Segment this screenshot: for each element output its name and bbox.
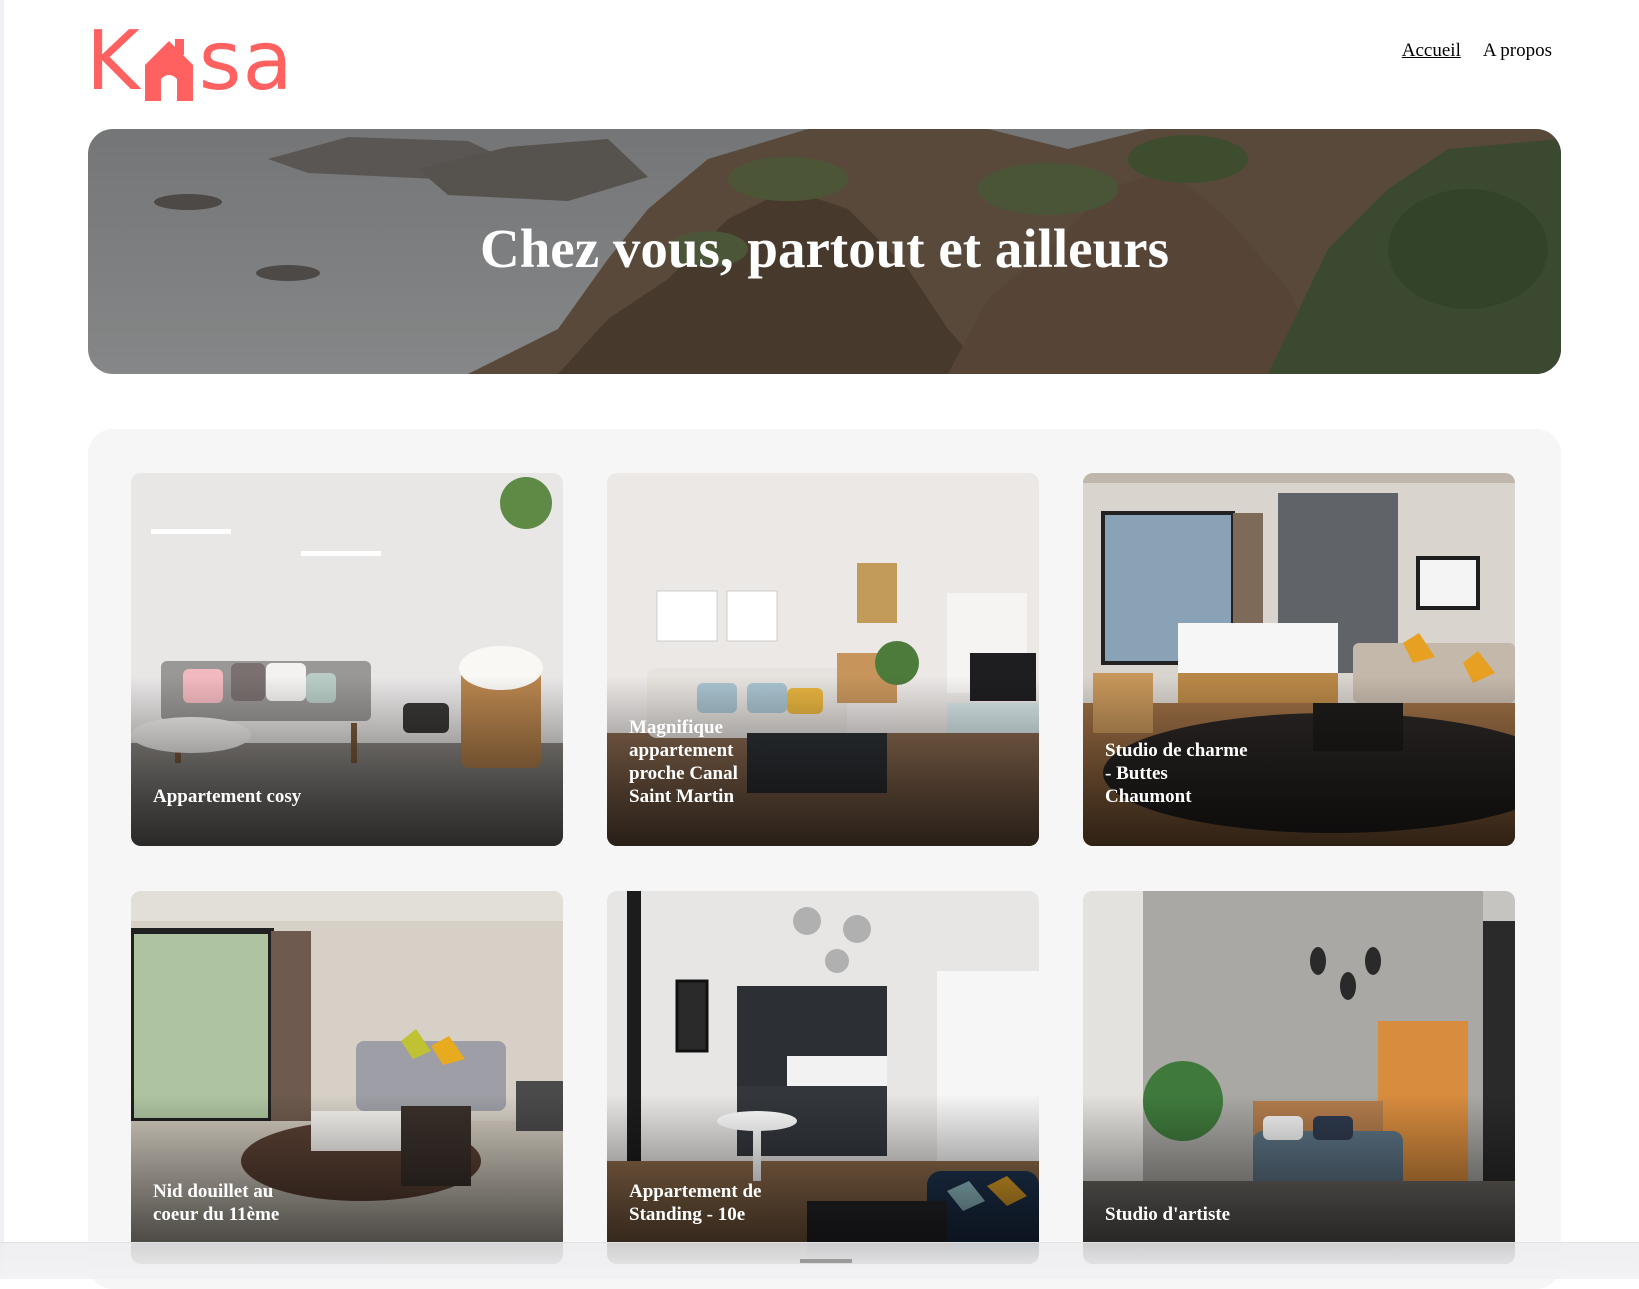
listing-title: Magnifique appartement proche Canal Sain… xyxy=(629,717,738,807)
listing-card[interactable]: Appartement de Standing - 10e xyxy=(607,891,1039,1264)
logo-letters-sa: sa xyxy=(198,14,294,109)
header: K sa Accueil A propos xyxy=(86,14,1552,109)
nav-link-accueil[interactable]: Accueil xyxy=(1402,40,1461,62)
banner-title: Chez vous, partout et ailleurs xyxy=(480,218,1169,279)
listing-card[interactable]: Nid douillet au coeur du 11ème xyxy=(131,891,563,1264)
listings-gallery: Appartement cosy Magnifique appartement … xyxy=(88,429,1561,1289)
listing-title: Studio de charme - Buttes Chaumont xyxy=(1105,740,1248,807)
card-shade xyxy=(1083,1094,1515,1264)
hero-banner: Chez vous, partout et ailleurs xyxy=(88,129,1561,374)
listing-title: Nid douillet au coeur du 11ème xyxy=(153,1181,280,1225)
listing-card[interactable]: Appartement cosy xyxy=(131,473,563,846)
listing-card[interactable]: Studio d'artiste xyxy=(1083,891,1515,1264)
nav-link-a-propos[interactable]: A propos xyxy=(1483,40,1552,62)
listing-card[interactable]: Magnifique appartement proche Canal Sain… xyxy=(607,473,1039,846)
card-shade xyxy=(607,1094,1039,1264)
card-shade xyxy=(131,1094,563,1264)
window-edge xyxy=(0,0,4,1279)
drag-handle-icon[interactable] xyxy=(800,1259,852,1263)
listing-title: Appartement de Standing - 10e xyxy=(629,1181,762,1225)
listing-title: Studio d'artiste xyxy=(1105,1204,1231,1225)
bottom-sheet-bar[interactable] xyxy=(0,1242,1639,1279)
listing-card[interactable]: Studio de charme - Buttes Chaumont xyxy=(1083,473,1515,846)
logo-letter-k: K xyxy=(86,14,141,109)
listing-title: Appartement cosy xyxy=(153,786,302,807)
kasa-logo[interactable]: K sa xyxy=(86,14,294,109)
card-shade xyxy=(131,676,563,846)
main-nav: Accueil A propos xyxy=(1402,40,1552,62)
house-icon xyxy=(141,31,197,105)
